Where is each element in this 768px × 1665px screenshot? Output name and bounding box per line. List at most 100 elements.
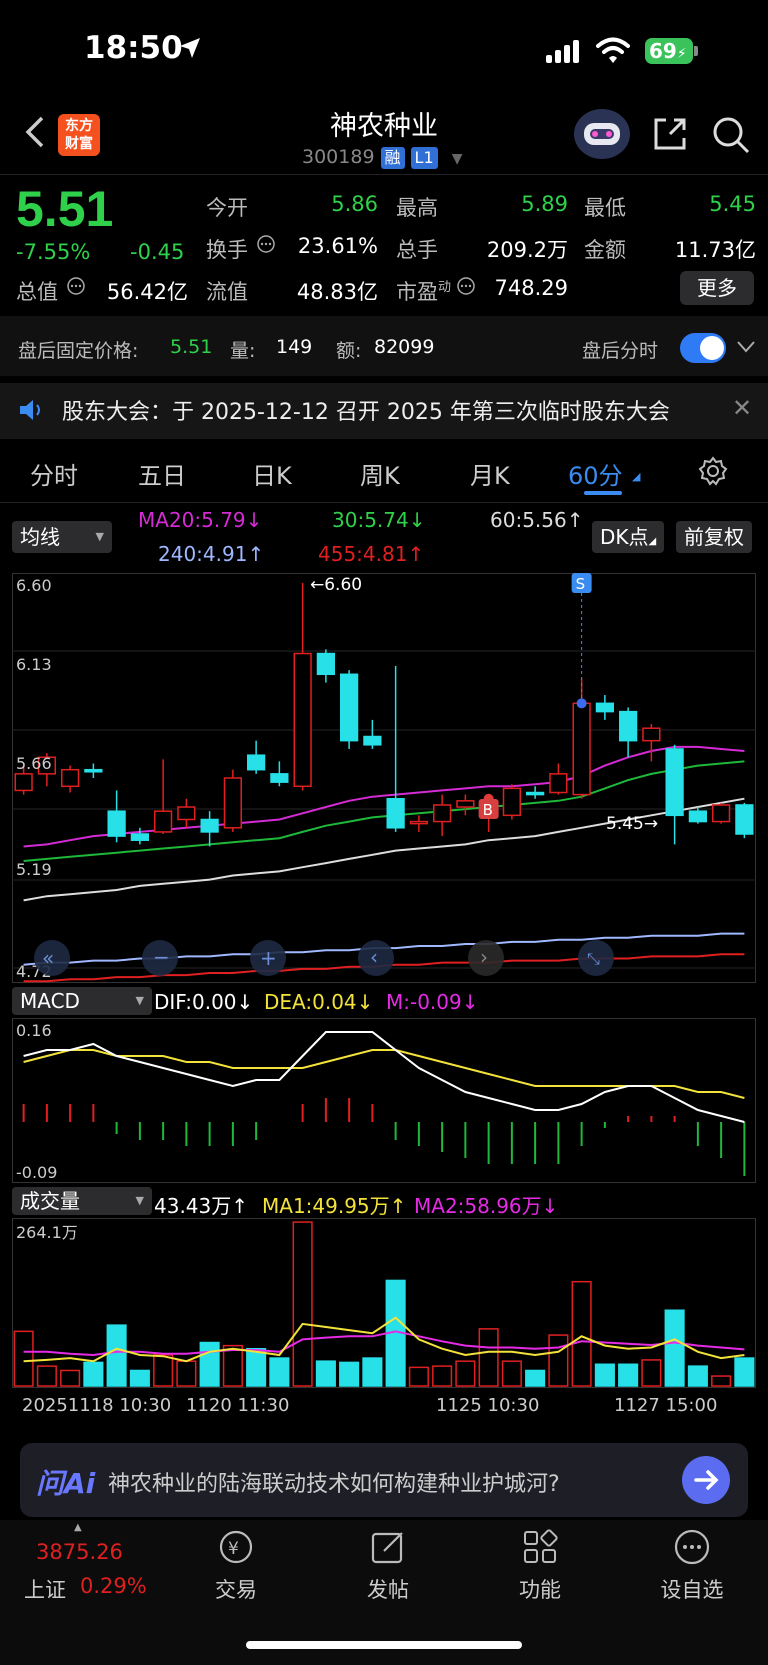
y-tick-label: 5.66 — [16, 754, 52, 773]
gear-icon[interactable] — [698, 456, 728, 486]
trade-icon[interactable]: ¥ — [216, 1527, 256, 1567]
pe-superscript: 动 — [438, 280, 452, 295]
functions-icon[interactable] — [520, 1527, 560, 1567]
macd-chart[interactable]: 0.16 -0.09 — [12, 1018, 756, 1183]
candle-body — [526, 791, 545, 796]
volume-bar — [408, 1366, 429, 1387]
last-price: 5.51 — [16, 181, 114, 237]
volume-select[interactable]: 成交量 ▼ — [12, 1187, 152, 1215]
search-icon[interactable] — [712, 116, 750, 154]
post-icon[interactable] — [368, 1527, 408, 1567]
volume-bar — [13, 1330, 34, 1387]
dk-point-button[interactable]: DK点◢ — [592, 521, 665, 553]
volume-bar — [687, 1365, 708, 1387]
volume-bar — [199, 1341, 220, 1387]
nav-trade[interactable]: 交易 — [186, 1574, 286, 1604]
ai-send-button[interactable] — [682, 1456, 730, 1504]
mcap-value: 56.42亿 — [106, 280, 188, 304]
candle-body — [619, 710, 638, 742]
stock-code-row[interactable]: 300189 融 L1 ▼ — [302, 146, 462, 169]
tab-monthly-k[interactable]: 月K — [470, 456, 510, 491]
macd-select[interactable]: MACD ▼ — [12, 987, 152, 1015]
volume-y-tick: 264.1万 — [16, 1223, 78, 1242]
candle-body — [107, 810, 126, 837]
volume-bar — [548, 1334, 569, 1387]
tab-five-day[interactable]: 五日 — [138, 456, 186, 491]
sell-marker-label: S — [576, 575, 586, 593]
turnover-label: 换手 — [206, 238, 248, 262]
adjust-button[interactable]: 前复权 — [676, 521, 752, 553]
high-value: 5.89 — [521, 192, 568, 216]
volume-ma2-legend: MA2:58.96万↓ — [414, 1194, 559, 1218]
nav-add-watchlist[interactable]: 设自选 — [642, 1574, 742, 1604]
info-dots-icon[interactable] — [256, 234, 276, 254]
candle-body — [502, 787, 521, 817]
battery-icon: 69⚡ — [645, 38, 693, 64]
volume-bar — [106, 1324, 127, 1387]
index-value[interactable]: 3875.26 — [36, 1540, 123, 1564]
volume-chart[interactable]: 264.1万 — [12, 1218, 756, 1388]
volume-legend: 43.43万↑ — [154, 1194, 249, 1218]
volume-bar — [339, 1361, 360, 1387]
candle-body — [200, 818, 219, 833]
macd-dea-line — [23, 1049, 745, 1099]
volume-bar — [525, 1369, 546, 1387]
candle-body — [363, 735, 382, 746]
volume-bar — [501, 1360, 522, 1387]
pe-label: 市盈动 — [396, 280, 452, 304]
ma455-legend: 455:4.81↑ — [318, 542, 425, 566]
ma20-legend: MA20:5.79↓ — [138, 508, 263, 532]
more-button[interactable]: 更多 — [680, 271, 754, 305]
indicator-select[interactable]: 均线 ▼ — [12, 521, 112, 553]
battery-tip — [694, 46, 698, 56]
zoom-controls: « − + ‹ › ⤡ — [34, 940, 614, 976]
share-icon[interactable] — [652, 116, 688, 152]
svg-text:−: − — [153, 945, 170, 969]
candle-body — [665, 748, 684, 817]
volume-bar — [455, 1360, 476, 1387]
mcap-label: 总值 — [16, 280, 58, 304]
open-label: 今开 — [206, 196, 248, 220]
divider — [0, 174, 768, 175]
volume-bar — [269, 1357, 290, 1387]
ai-logo: 问Ai — [36, 1467, 96, 1500]
info-dots-icon[interactable] — [456, 276, 476, 296]
nav-functions[interactable]: 功能 — [490, 1574, 590, 1604]
low-value: 5.45 — [709, 192, 756, 216]
candle-body — [130, 833, 149, 841]
candle-body — [735, 804, 754, 835]
macd-dif-legend: DIF:0.00↓ — [154, 990, 254, 1014]
volume-bar — [153, 1354, 174, 1387]
volume-label: 总手 — [396, 238, 438, 262]
tab-timeshare[interactable]: 分时 — [30, 456, 78, 491]
tab-60min[interactable]: 60分 — [568, 456, 623, 491]
assistant-avatar[interactable] — [574, 109, 630, 159]
candle-body — [270, 773, 289, 783]
speaker-icon — [20, 400, 40, 420]
float-value: 48.83亿 — [296, 280, 378, 304]
candle-body — [223, 777, 242, 829]
status-time: 18:50 — [84, 30, 183, 66]
info-dots-icon[interactable] — [66, 276, 86, 296]
volume-bar — [362, 1357, 383, 1387]
chevron-down-icon[interactable] — [736, 340, 756, 354]
svg-text:+: + — [260, 946, 277, 970]
volume-bar — [432, 1365, 453, 1387]
tab-daily-k[interactable]: 日K — [252, 456, 292, 491]
macd-m-legend: M:-0.09↓ — [386, 990, 479, 1014]
candlestick-chart[interactable]: BS 6.60 6.13 5.66 5.19 4.72 ←6.60 5.45→ … — [12, 573, 756, 983]
candle-body — [433, 804, 452, 823]
after-hours-amt: 82099 — [374, 336, 435, 358]
close-icon[interactable]: ✕ — [732, 394, 752, 422]
y-tick-label: 5.19 — [16, 860, 52, 879]
location-arrow-icon — [180, 38, 200, 58]
caret-up-icon: ▲ — [74, 1522, 82, 1533]
ma60-legend: 60:5.56↑ — [490, 508, 584, 532]
volume-bar — [734, 1357, 755, 1387]
nav-post[interactable]: 发帖 — [338, 1574, 438, 1604]
more-dots-icon[interactable] — [672, 1527, 712, 1567]
volume-bar — [594, 1363, 615, 1387]
tab-weekly-k[interactable]: 周K — [360, 456, 400, 491]
amount-label: 金额 — [584, 238, 626, 262]
after-hours-vol-label: 量: — [230, 340, 256, 362]
